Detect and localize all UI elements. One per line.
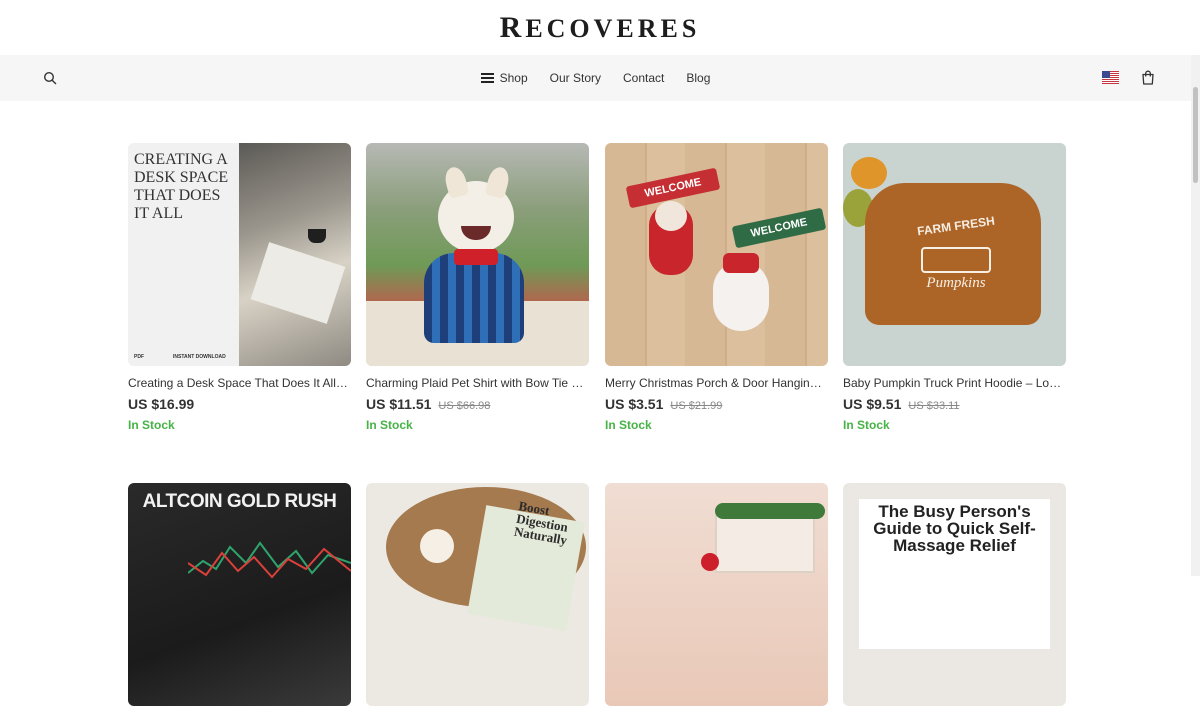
product-image[interactable]: WELCOME WELCOME <box>605 143 828 366</box>
product-card[interactable]: Boost Digestion Naturally <box>366 483 589 706</box>
price-row: US $11.51 US $66.98 <box>366 396 589 412</box>
nav-item-label: Contact <box>623 71 665 85</box>
hamburger-icon <box>480 73 494 83</box>
logo-bar: RECOVERES <box>0 0 1200 55</box>
product-image[interactable] <box>366 143 589 366</box>
product-title[interactable]: Baby Pumpkin Truck Print Hoodie – Long… <box>843 376 1066 390</box>
plaid-shirt <box>424 253 524 343</box>
product-price: US $16.99 <box>128 396 195 412</box>
poinsettia <box>701 553 719 571</box>
product-price: US $9.51 <box>843 396 902 412</box>
nav-item-contact[interactable]: Contact <box>612 71 675 85</box>
product-title[interactable]: Charming Plaid Pet Shirt with Bow Tie –… <box>366 376 589 390</box>
product-card[interactable]: CREATING A DESK SPACE THAT DOES IT ALL P… <box>128 143 351 432</box>
us-flag-icon[interactable] <box>1102 71 1119 84</box>
product-card[interactable]: FARM FRESH Pumpkins Baby Pumpkin Truck P… <box>843 143 1066 432</box>
product-card[interactable]: Charming Plaid Pet Shirt with Bow Tie –…… <box>366 143 589 432</box>
main-nav: Shop Our Story Contact Blog <box>0 55 1191 101</box>
garland <box>715 503 825 519</box>
stock-status: In Stock <box>605 418 652 432</box>
product-card[interactable]: ALTCOIN GOLD RUSH <box>128 483 351 706</box>
product-image[interactable]: FARM FRESH Pumpkins <box>843 143 1066 366</box>
cover-headline: The Busy Person's Guide to Quick Self-Ma… <box>873 502 1036 555</box>
product-title[interactable]: Creating a Desk Space That Does It All –… <box>128 376 351 390</box>
nav-item-shop[interactable]: Shop <box>470 71 539 85</box>
cover-tag-pdf: PDF <box>134 354 144 360</box>
nav-item-label: Our Story <box>549 71 601 85</box>
welcome-sign-green: WELCOME <box>731 207 827 249</box>
hoodie-text-pumpkins: Pumpkins <box>926 275 986 291</box>
red-bow-tie <box>454 249 498 265</box>
stock-status: In Stock <box>366 418 413 432</box>
product-image[interactable]: CREATING A DESK SPACE THAT DOES IT ALL P… <box>128 143 351 366</box>
product-old-price: US $33.11 <box>908 400 960 412</box>
product-card[interactable] <box>605 483 828 706</box>
nav-item-our-story[interactable]: Our Story <box>539 71 612 85</box>
pumpkin <box>851 157 887 189</box>
cover-headline: CREATING A DESK SPACE THAT DOES IT ALL <box>134 151 229 222</box>
nav-menu: Shop Our Story Contact Blog <box>0 55 1191 101</box>
santa-face <box>655 201 687 231</box>
price-row: US $9.51 US $33.11 <box>843 396 1066 412</box>
price-row: US $3.51 US $21.99 <box>605 396 828 412</box>
product-old-price: US $66.98 <box>438 400 491 412</box>
cover-headline: ALTCOIN GOLD RUSH <box>142 491 337 512</box>
stock-status: In Stock <box>128 418 175 432</box>
scrollbar-thumb[interactable] <box>1193 87 1198 183</box>
product-price: US $3.51 <box>605 396 664 412</box>
product-price: US $11.51 <box>366 396 432 412</box>
dog-ear-right <box>484 164 512 200</box>
product-card[interactable]: WELCOME WELCOME Merry Christmas Porch & … <box>605 143 828 432</box>
truck-print <box>921 247 991 273</box>
nav-item-blog[interactable]: Blog <box>675 71 721 85</box>
product-image[interactable]: The Busy Person's Guide to Quick Self-Ma… <box>843 483 1066 706</box>
coffee-cup <box>308 229 326 243</box>
nav-item-label: Shop <box>499 71 528 85</box>
stock-status: In Stock <box>843 418 890 432</box>
product-image[interactable] <box>605 483 828 706</box>
price-row: US $16.99 <box>128 396 351 412</box>
nav-item-label: Blog <box>686 71 711 85</box>
product-card[interactable]: The Busy Person's Guide to Quick Self-Ma… <box>843 483 1066 706</box>
shopping-bag-icon[interactable] <box>1141 70 1155 85</box>
page-scrollbar[interactable] <box>1191 55 1200 576</box>
product-old-price: US $21.99 <box>670 400 723 412</box>
snowman-hat <box>723 253 759 273</box>
candle <box>420 529 454 563</box>
frame <box>715 513 815 573</box>
product-image[interactable]: Boost Digestion Naturally <box>366 483 589 706</box>
product-title[interactable]: Merry Christmas Porch & Door Hanging… <box>605 376 828 390</box>
cover-tag-download: INSTANT DOWNLOAD <box>173 354 226 360</box>
product-image[interactable]: ALTCOIN GOLD RUSH <box>128 483 351 706</box>
store-logo[interactable]: RECOVERES <box>500 11 701 45</box>
